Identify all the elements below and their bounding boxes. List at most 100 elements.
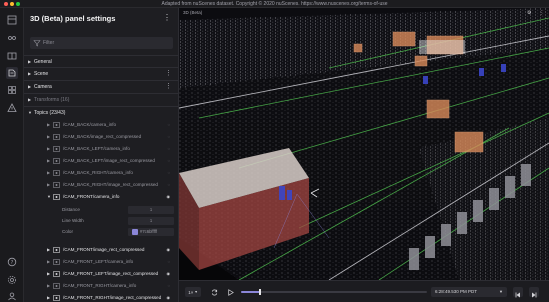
scene-settings-icon[interactable]: ⚙ [527, 10, 531, 16]
chevron-right-icon: ▶ [47, 295, 51, 300]
app-settings-icon[interactable] [6, 274, 18, 286]
chevron-right-icon: ▶ [47, 146, 51, 151]
image-icon [53, 146, 60, 152]
topic-row[interactable]: ▶ /CAM_FRONT_LEFT/camera_info ◌ [24, 256, 178, 268]
visibility-toggle-icon[interactable]: ◌ [168, 122, 170, 127]
image-icon [53, 283, 60, 289]
play-icon[interactable] [225, 287, 235, 297]
topic-row[interactable]: ▶ /CAM_FRONT_LEFT/image_rect_compressed … [24, 268, 178, 280]
image-icon [53, 182, 60, 188]
visibility-toggle-icon[interactable]: ◌ [168, 182, 170, 187]
visibility-toggle-icon[interactable]: ◉ [167, 247, 171, 252]
chevron-right-icon: ▶ [28, 97, 32, 102]
layout-icon[interactable] [6, 50, 18, 62]
loop-icon[interactable] [209, 287, 219, 297]
visibility-toggle-icon[interactable]: ◌ [168, 170, 170, 175]
topic-row[interactable]: ▶ /CAM_BACK_RIGHT/image_rect_compressed … [24, 179, 178, 191]
more-vertical-icon[interactable]: ⋮ [539, 10, 544, 16]
image-icon [53, 271, 60, 277]
topic-row[interactable]: ▶ /CAM_FRONT_RIGHT/camera_info ◌ [24, 280, 178, 292]
image-icon [53, 158, 60, 164]
help-icon[interactable]: ? [6, 256, 18, 268]
filter-icon [33, 40, 41, 47]
section-camera[interactable]: ▶ Camera ⋮ [24, 80, 178, 92]
3d-scene-viewport[interactable]: 3D (Beta) ⚙ ⋮ [179, 8, 549, 280]
topic-row[interactable]: ▶ /CAM_FRONT_RIGHT/image_rect_compressed… [24, 292, 178, 302]
panel-settings-title: 3D (Beta) panel settings [30, 14, 116, 23]
more-vertical-icon[interactable]: ⋮ [165, 82, 172, 90]
distance-input[interactable]: 1 [128, 206, 174, 214]
more-vertical-icon[interactable]: ⋮ [163, 13, 171, 22]
image-icon [53, 122, 60, 128]
topic-row-expanded[interactable]: ▼ /CAM_FRONT/camera_info ◉ [24, 191, 178, 203]
chevron-down-icon: ▼ [47, 194, 51, 199]
panel-settings-sidebar: 3D (Beta) panel settings ⋮ ▶ General ▶ S… [24, 8, 179, 302]
chevron-down-icon: ▼ [28, 110, 32, 115]
section-transforms[interactable]: ▶ Transforms (16) [24, 93, 178, 105]
image-icon [53, 259, 60, 265]
color-property: Color #7c6bfffff [52, 227, 174, 237]
topic-row[interactable]: ▶ /CAM_FRONT/image_rect_compressed ◉ [24, 244, 178, 256]
seek-forward-icon[interactable] [529, 287, 539, 298]
line-width-property: Line Width 1 [52, 216, 174, 226]
panel-settings-active-icon[interactable] [6, 67, 18, 79]
image-icon [53, 194, 60, 200]
topic-row[interactable]: ▶ /CAM_BACK_LEFT/camera_info ◌ [24, 143, 178, 155]
line-width-input[interactable]: 1 [128, 217, 174, 225]
problems-icon[interactable] [6, 102, 18, 114]
visibility-toggle-icon[interactable]: ◉ [167, 295, 171, 300]
more-vertical-icon[interactable]: ⋮ [165, 69, 172, 77]
chevron-right-icon: ▶ [28, 71, 32, 76]
filter-field[interactable] [30, 37, 173, 49]
chevron-right-icon: ▶ [47, 170, 51, 175]
section-scene[interactable]: ▶ Scene ⋮ [24, 67, 178, 79]
playback-speed-select[interactable]: 1× ▼ [185, 287, 201, 297]
chevron-right-icon: ▶ [47, 122, 51, 127]
image-icon [53, 170, 60, 176]
timeline-progress [241, 291, 260, 293]
timeline-scrubber[interactable] [258, 289, 261, 295]
visibility-toggle-icon[interactable]: ◌ [168, 259, 170, 264]
visibility-toggle-icon[interactable]: ◉ [167, 271, 171, 276]
playback-controls: 1× ▼ 6:28:49.530 PM PDT ▼ [179, 280, 549, 302]
seek-back-icon[interactable] [513, 287, 523, 298]
variables-icon[interactable] [6, 32, 18, 44]
chevron-right-icon: ▶ [47, 271, 51, 276]
image-icon [53, 134, 60, 140]
section-topics[interactable]: ▼ Topics (23/43) [24, 106, 178, 118]
filter-input[interactable] [43, 37, 168, 49]
topic-row[interactable]: ▶ /CAM_BACK/camera_info ◌ [24, 119, 178, 131]
chevron-right-icon: ▶ [47, 158, 51, 163]
color-swatch[interactable] [132, 229, 138, 235]
panel-settings-icon[interactable] [6, 14, 18, 26]
image-icon [53, 295, 60, 301]
topic-row[interactable]: ▶ /CAM_BACK_RIGHT/camera_info ◌ [24, 167, 178, 179]
visibility-toggle-icon[interactable]: ◌ [168, 158, 170, 163]
visibility-toggle-icon[interactable]: ◌ [168, 146, 170, 151]
chevron-right-icon: ▶ [28, 84, 32, 89]
chevron-right-icon: ▶ [47, 283, 51, 288]
lidar-scene-rendering [179, 8, 549, 280]
svg-text:?: ? [11, 260, 14, 266]
playback-timeline[interactable] [241, 289, 427, 295]
topic-row[interactable]: ▶ /CAM_BACK_LEFT/image_rect_compressed ◌ [24, 155, 178, 167]
distance-property: Distance 1 [52, 205, 174, 215]
scene-panel-title: 3D (Beta) [183, 10, 203, 15]
visibility-toggle-icon[interactable]: ◌ [168, 283, 170, 288]
window-title: Adapted from nuScenes dataset. Copyright… [161, 1, 388, 7]
section-general[interactable]: ▶ General [24, 55, 178, 67]
image-icon [53, 247, 60, 253]
visibility-toggle-icon[interactable]: ◉ [167, 194, 171, 199]
left-sidebar-rail: ? [0, 8, 24, 302]
account-icon[interactable] [6, 290, 18, 302]
extensions-icon[interactable] [6, 84, 18, 96]
chevron-right-icon: ▶ [47, 182, 51, 187]
topic-row[interactable]: ▶ /CAM_BACK/image_rect_compressed ◌ [24, 131, 178, 143]
camera-info-properties: Distance 1 Line Width 1 Color #7c6bfffff [52, 205, 174, 241]
window-titlebar: Adapted from nuScenes dataset. Copyright… [0, 0, 549, 8]
visibility-toggle-icon[interactable]: ◌ [168, 134, 170, 139]
panel-settings-header: 3D (Beta) panel settings ⋮ [24, 8, 178, 30]
current-time-field[interactable]: 6:28:49.530 PM PDT ▼ [431, 287, 507, 297]
chevron-down-icon: ▼ [499, 289, 503, 294]
chevron-down-icon: ▼ [194, 290, 198, 294]
